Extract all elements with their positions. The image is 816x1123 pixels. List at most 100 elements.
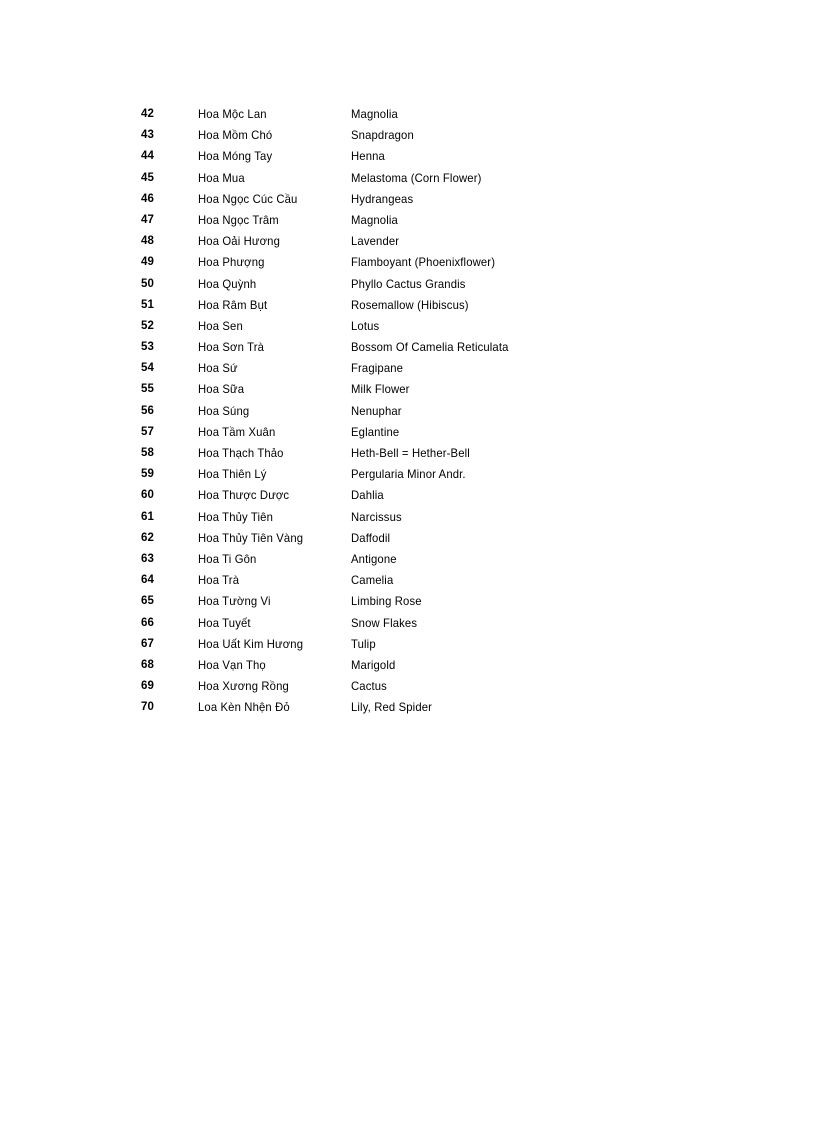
english-name: Hydrangeas <box>351 191 414 206</box>
row-number: 59 <box>141 468 154 481</box>
vietnamese-name: Hoa Thạch Thảo <box>198 446 284 460</box>
english-name: Camelia <box>351 573 394 588</box>
table-row: 54 Hoa Sứ Fragipane <box>0 358 816 379</box>
row-number: 68 <box>141 658 154 671</box>
english-name: Pergularia Minor Andr. <box>351 467 466 482</box>
english-name: Phyllo Cactus Grandis <box>351 276 466 291</box>
vietnamese-name: Hoa Móng Tay <box>198 149 273 164</box>
vietnamese-name: Hoa Oải Hương <box>198 234 281 249</box>
row-number: 62 <box>141 531 154 544</box>
row-number: 54 <box>141 362 154 375</box>
table-row: 66 Hoa Tuyết Snow Flakes <box>0 613 816 634</box>
english-name: Dahlia <box>351 488 384 503</box>
english-name: Rosemallow (Hibiscus) <box>351 297 469 312</box>
english-name: Bossom Of Camelia Reticulata <box>351 340 509 355</box>
row-number: 67 <box>141 637 154 650</box>
english-name: Nenuphar <box>351 403 402 418</box>
vietnamese-name: Hoa Quỳnh <box>198 276 257 291</box>
vietnamese-name: Hoa Ngọc Trâm <box>198 212 279 227</box>
english-name: Snow Flakes <box>351 615 418 630</box>
row-number: 55 <box>141 383 154 396</box>
row-number: 69 <box>141 680 154 693</box>
row-number: 42 <box>141 108 154 120</box>
english-name: Marigold <box>351 657 396 672</box>
row-number: 60 <box>141 489 154 502</box>
row-number: 48 <box>141 235 154 248</box>
row-number: 61 <box>141 510 154 523</box>
row-number: 58 <box>141 447 154 459</box>
table-row: 43 Hoa Mồm Chó Snapdragon <box>0 125 816 146</box>
table-row: 63 Hoa Ti Gôn Antigone <box>0 549 816 570</box>
row-number: 51 <box>141 298 154 311</box>
vietnamese-name: Hoa Sơn Trà <box>198 340 265 355</box>
row-number: 45 <box>141 171 154 184</box>
row-number: 47 <box>141 213 154 226</box>
table-row: 48 Hoa Oải Hương Lavender <box>0 231 816 252</box>
row-number: 46 <box>141 192 154 205</box>
row-number: 43 <box>141 129 154 142</box>
vietnamese-name: Hoa Thủy Tiên Vàng <box>198 530 304 545</box>
english-name: Flamboyant (Phoenixflower) <box>351 255 496 270</box>
table-row: 60 Hoa Thược Dược Dahlia <box>0 485 816 506</box>
vietnamese-name: Hoa Sứ <box>198 361 238 376</box>
english-name: Cactus <box>351 679 387 694</box>
english-name: Magnolia <box>351 107 398 121</box>
english-name: Tulip <box>351 636 376 651</box>
vietnamese-name: Loa Kèn Nhện Đỏ <box>198 700 290 715</box>
row-number: 57 <box>141 425 154 438</box>
table-row: 58 Hoa Thạch Thảo Heth-Bell = Hether-Bell <box>0 443 816 464</box>
english-name: Antigone <box>351 551 397 566</box>
english-name: Fragipane <box>351 361 404 376</box>
row-number: 53 <box>141 341 154 354</box>
vietnamese-name: Hoa Tuyết <box>198 615 251 630</box>
vietnamese-name: Hoa Sữa <box>198 382 245 397</box>
english-name: Milk Flower <box>351 382 410 397</box>
table-row: 64 Hoa Trà Camelia <box>0 570 816 591</box>
table-row: 67 Hoa Uất Kim Hương Tulip <box>0 634 816 655</box>
table-row: 52 Hoa Sen Lotus <box>0 316 816 337</box>
row-number: 44 <box>141 150 154 163</box>
vietnamese-name: Hoa Phượng <box>198 255 265 270</box>
row-number: 64 <box>141 574 154 587</box>
english-name: Daffodil <box>351 530 391 545</box>
row-number: 50 <box>141 277 154 290</box>
vietnamese-name: Hoa Súng <box>198 403 250 418</box>
table-row: 56 Hoa Súng Nenuphar <box>0 401 816 422</box>
table-row: 57 Hoa Tầm Xuân Eglantine <box>0 422 816 443</box>
table-row: 70 Loa Kèn Nhện Đỏ Lily, Red Spider <box>0 697 816 718</box>
english-name: Lily, Red Spider <box>351 700 433 715</box>
vietnamese-name: Hoa Uất Kim Hương <box>198 636 304 651</box>
table-row: 47 Hoa Ngọc Trâm Magnolia <box>0 210 816 231</box>
table-row: 45 Hoa Mua Melastoma (Corn Flower) <box>0 168 816 189</box>
document-page: 42 Hoa Mộc Lan Magnolia 43 Hoa Mồm Chó Snapdr… <box>0 0 816 1123</box>
table-row: 65 Hoa Tường Vi Limbing Rose <box>0 591 816 612</box>
row-number: 52 <box>141 319 154 332</box>
row-number: 63 <box>141 552 154 565</box>
vietnamese-name: Hoa Tầm Xuân <box>198 424 276 439</box>
table-row: 69 Hoa Xương Rồng Cactus <box>0 676 816 697</box>
row-number: 49 <box>141 256 154 269</box>
english-name: Lotus <box>351 318 380 333</box>
english-name: Narcissus <box>351 509 402 524</box>
vietnamese-name: Hoa Ti Gôn <box>198 551 257 566</box>
vietnamese-name: Hoa Xương Rồng <box>198 679 289 694</box>
english-name: Lavender <box>351 234 400 249</box>
row-number: 65 <box>141 595 154 608</box>
english-name: Melastoma (Corn Flower) <box>351 170 482 185</box>
table-row: 42 Hoa Mộc Lan Magnolia <box>0 104 816 125</box>
table-row: 49 Hoa Phượng Flamboyant (Phoenixflower) <box>0 252 816 273</box>
glossary-table: 42 Hoa Mộc Lan Magnolia 43 Hoa Mồm Chó Snapdr… <box>0 104 816 718</box>
table-row: 44 Hoa Móng Tay Henna <box>0 146 816 167</box>
table-row: 51 Hoa Râm Bụt Rosemallow (Hibiscus) <box>0 295 816 316</box>
english-name: Snapdragon <box>351 128 414 143</box>
table-row: 68 Hoa Vạn Thọ Marigold <box>0 655 816 676</box>
table-row: 62 Hoa Thủy Tiên Vàng Daffodil <box>0 528 816 549</box>
english-name: Eglantine <box>351 424 400 439</box>
vietnamese-name: Hoa Râm Bụt <box>198 297 268 312</box>
row-number: 56 <box>141 404 154 417</box>
vietnamese-name: Hoa Mộc Lan <box>198 107 267 121</box>
vietnamese-name: Hoa Trà <box>198 573 240 588</box>
vietnamese-name: Hoa Thủy Tiên <box>198 509 273 524</box>
table-row: 53 Hoa Sơn Trà Bossom Of Camelia Reticulat… <box>0 337 816 358</box>
vietnamese-name: Hoa Mồm Chó <box>198 128 273 143</box>
